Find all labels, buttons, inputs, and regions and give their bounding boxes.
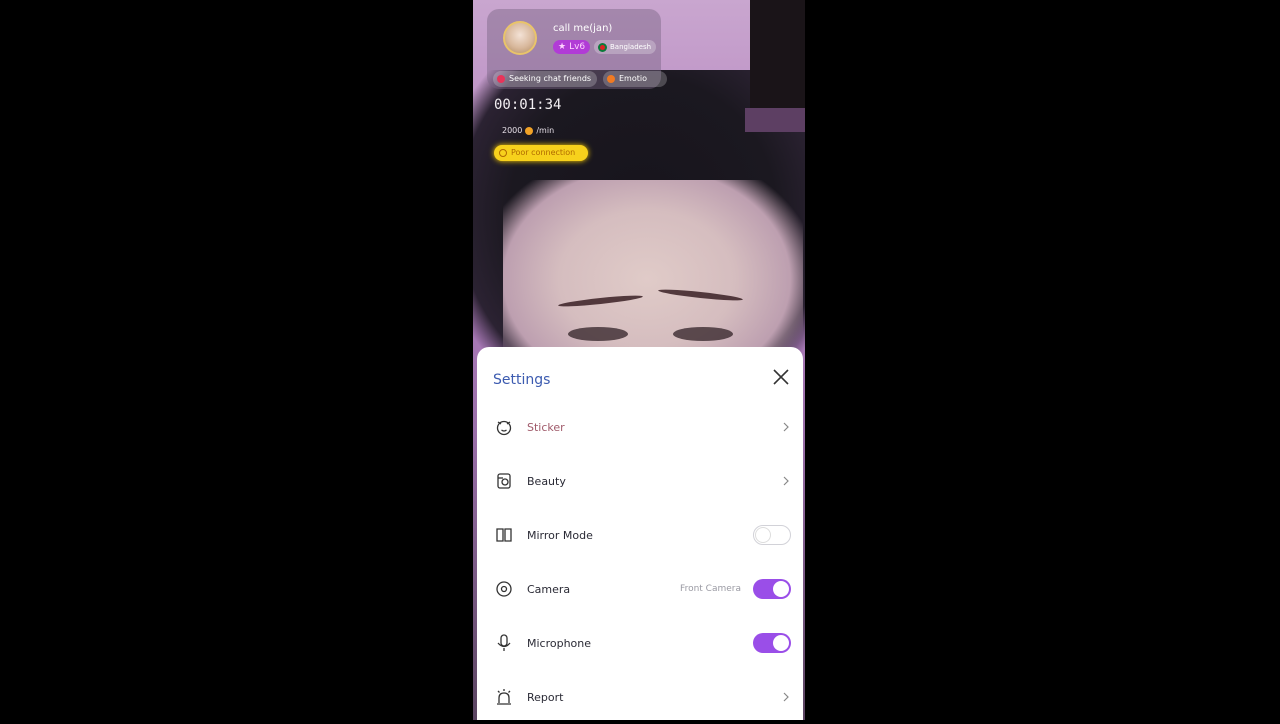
connection-status-text: Poor connection — [511, 148, 576, 157]
call-rate: 2000 /min — [502, 126, 554, 135]
settings-item-label: Report — [527, 690, 564, 704]
profile-card[interactable]: call me(jan) ★ Lv6 Bangladesh Seeking ch… — [487, 9, 667, 89]
beauty-icon — [497, 473, 511, 489]
camera-toggle[interactable] — [753, 579, 791, 599]
username: call me(jan) — [553, 23, 613, 34]
signal-icon — [499, 149, 507, 157]
call-timer: 00:01:34 — [494, 97, 562, 113]
settings-item-sticker[interactable]: Sticker — [477, 400, 803, 454]
toggle-knob — [773, 635, 789, 651]
tag-label: Emotio — [619, 74, 647, 83]
emotion-icon — [607, 75, 615, 83]
flag-icon — [598, 42, 607, 52]
camera-mode-text: Front Camera — [680, 584, 741, 594]
settings-item-label: Mirror Mode — [527, 528, 593, 542]
connection-status-badge: Poor connection — [494, 145, 588, 161]
alarm-icon — [497, 689, 511, 705]
microphone-icon — [497, 634, 511, 651]
rate-value: 2000 — [502, 126, 523, 135]
tag-label: Seeking chat friends — [509, 74, 592, 83]
country-text: Bangladesh — [610, 43, 652, 51]
video-background-eye-right — [673, 327, 733, 341]
settings-item-label: Beauty — [527, 474, 566, 488]
tag-emotion: Emotio — [603, 71, 667, 87]
chevron-right-icon — [783, 692, 789, 702]
avatar[interactable] — [503, 21, 537, 55]
mirror-mode-toggle[interactable] — [753, 525, 791, 545]
settings-sheet: Settings Sticker Beauty Mirror Mode Came… — [477, 347, 803, 720]
mirror-icon — [496, 528, 512, 542]
video-background-eye-left — [568, 327, 628, 341]
settings-item-label: Sticker — [527, 420, 565, 434]
star-icon: ★ — [558, 42, 567, 52]
toggle-knob — [773, 581, 789, 597]
self-preview-strip — [745, 108, 805, 132]
settings-item-label: Camera — [527, 582, 571, 596]
settings-item-report[interactable]: Report — [477, 670, 803, 724]
heart-icon — [497, 75, 505, 83]
close-icon[interactable] — [769, 365, 793, 389]
chevron-right-icon — [783, 476, 789, 486]
camera-icon — [496, 581, 512, 597]
sticker-icon — [496, 420, 512, 436]
tag-seeking-chat: Seeking chat friends — [493, 71, 598, 87]
microphone-toggle[interactable] — [753, 633, 791, 653]
settings-item-label: Microphone — [527, 636, 592, 650]
self-preview-window[interactable] — [750, 0, 805, 108]
toggle-knob — [755, 527, 771, 543]
coin-icon — [525, 126, 534, 135]
country-badge: Bangladesh — [594, 40, 657, 54]
settings-item-mirror-mode[interactable]: Mirror Mode — [477, 508, 803, 562]
settings-item-camera[interactable]: Camera Front Camera — [477, 562, 803, 616]
level-badge: ★ Lv6 — [553, 40, 591, 54]
settings-title: Settings — [493, 372, 551, 388]
rate-unit: /min — [536, 126, 555, 135]
settings-item-beauty[interactable]: Beauty — [477, 454, 803, 508]
chevron-right-icon — [783, 422, 789, 432]
level-text: Lv6 — [569, 42, 586, 52]
settings-item-microphone[interactable]: Microphone — [477, 616, 803, 670]
